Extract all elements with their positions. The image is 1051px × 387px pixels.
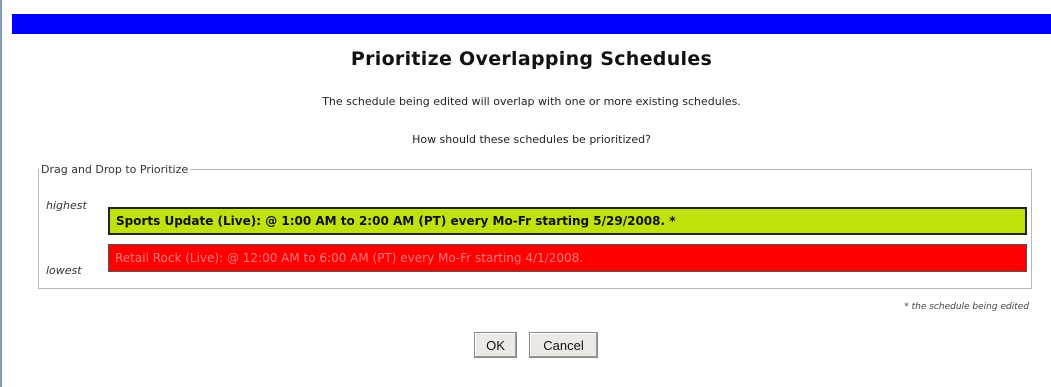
edited-schedule-footnote: * the schedule being edited <box>904 302 1029 312</box>
lowest-label: lowest <box>46 264 82 277</box>
overlap-message: The schedule being edited will overlap w… <box>322 95 741 108</box>
prioritize-legend: Drag and Drop to Prioritize <box>41 163 189 176</box>
title-bar <box>12 14 1051 34</box>
dialog-title: Prioritize Overlapping Schedules <box>350 48 713 70</box>
ok-button[interactable]: OK <box>474 332 517 358</box>
highest-label: highest <box>46 199 87 212</box>
schedule-item-sports-update[interactable]: Sports Update (Live): @ 1:00 AM to 2:00 … <box>108 207 1027 235</box>
prioritize-question: How should these schedules be prioritize… <box>412 133 651 146</box>
cancel-button[interactable]: Cancel <box>529 332 598 358</box>
schedule-item-retail-rock[interactable]: Retail Rock (Live): @ 12:00 AM to 6:00 A… <box>108 244 1027 272</box>
